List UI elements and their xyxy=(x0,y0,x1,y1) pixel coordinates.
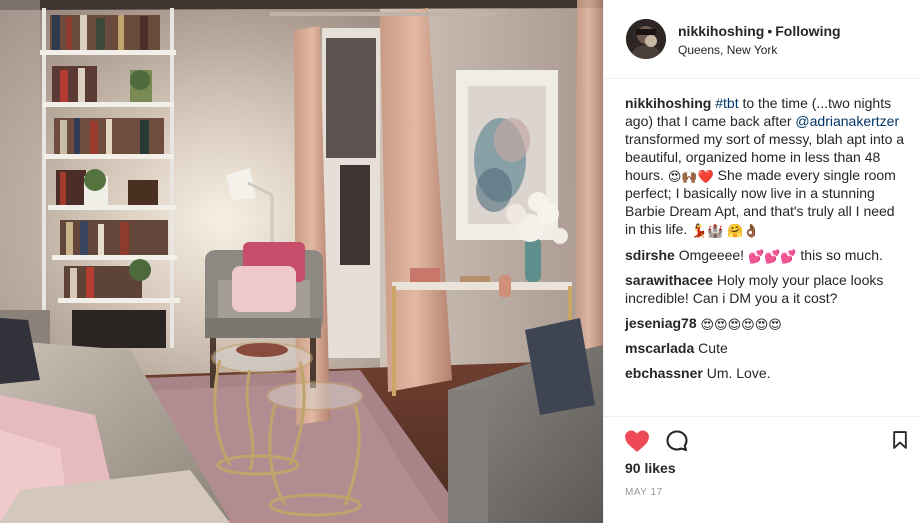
avatar[interactable] xyxy=(626,19,666,59)
post-photo[interactable] xyxy=(0,0,603,523)
comment-text-after: this so much. xyxy=(796,247,883,263)
comment-item: jeseniag78 😍😍😍😍😍😍 xyxy=(625,314,906,332)
comment-text: Omgeeee! xyxy=(678,247,748,263)
comment-emoji: 💕💕💕 xyxy=(747,249,797,264)
comment-text: Cute xyxy=(698,340,728,356)
caption-username[interactable]: nikkihoshing xyxy=(625,95,711,111)
comment-item: ebchassner Um. Love. xyxy=(625,364,906,382)
hashtag-link[interactable]: #tbt xyxy=(715,95,738,111)
heart-icon[interactable] xyxy=(624,429,650,453)
comment-username[interactable]: ebchassner xyxy=(625,365,703,381)
comment-item: sdirshe Omgeeee! 💕💕💕 this so much. xyxy=(625,246,906,264)
header-username[interactable]: nikkihoshing xyxy=(678,23,764,39)
post-actions: 90 likes MAY 17 xyxy=(604,416,921,523)
caption-emoji-1: 😍🙌🏾❤️ xyxy=(667,169,714,184)
post-header: nikkihoshing • Following Queens, New York xyxy=(604,0,921,79)
header-separator: • xyxy=(767,23,773,39)
comment-emoji: 😍😍😍😍😍😍 xyxy=(700,317,782,332)
living-room-photo xyxy=(0,0,603,523)
mention-link[interactable]: @adrianakertzer xyxy=(795,113,899,129)
likes-count[interactable]: 90 likes xyxy=(625,460,676,476)
window xyxy=(322,28,380,358)
comment-username[interactable]: sdirshe xyxy=(625,247,675,263)
post-side-panel: nikkihoshing • Following Queens, New York … xyxy=(603,0,921,523)
comment-username[interactable]: sarawithacee xyxy=(625,272,713,288)
bookmark-icon[interactable] xyxy=(890,429,916,453)
following-button[interactable]: Following xyxy=(775,23,840,39)
comments-list[interactable]: nikkihoshing #tbt to the time (...two ni… xyxy=(604,80,921,416)
comment-item: mscarlada Cute xyxy=(625,339,906,357)
comment-username[interactable]: mscarlada xyxy=(625,340,694,356)
comment-item: sarawithacee Holy moly your place looks … xyxy=(625,271,906,307)
speech-bubble-icon[interactable] xyxy=(664,429,690,453)
header-line: nikkihoshing • Following xyxy=(678,23,841,39)
instagram-post: nikkihoshing • Following Queens, New York … xyxy=(0,0,921,523)
comment-username[interactable]: jeseniag78 xyxy=(625,315,697,331)
location-link[interactable]: Queens, New York xyxy=(678,43,777,57)
caption-emoji-2: 💃🏰 🤗👌🏾 xyxy=(691,223,760,238)
post-date[interactable]: MAY 17 xyxy=(625,487,663,498)
caption: nikkihoshing #tbt to the time (...two ni… xyxy=(625,94,906,238)
comment-text: Um. Love. xyxy=(706,365,771,381)
